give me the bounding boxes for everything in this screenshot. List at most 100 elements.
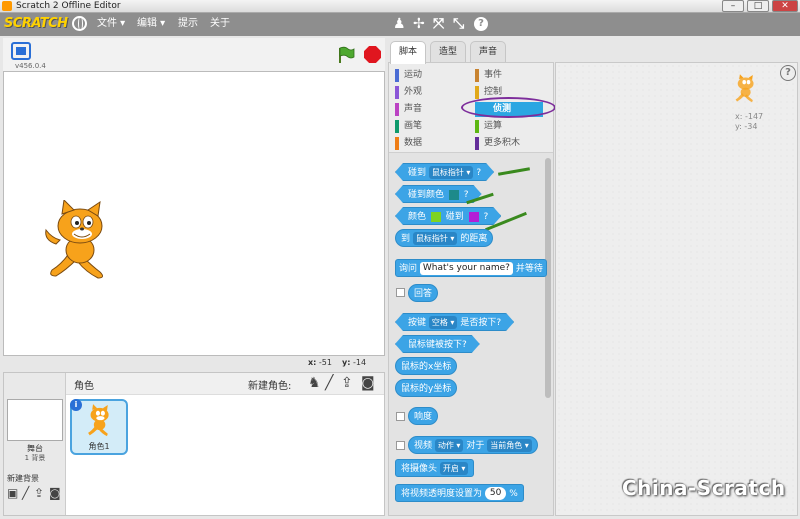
window-title: Scratch 2 Offline Editor [16, 1, 121, 11]
block-distance-to[interactable]: 到 鼠标指针 的距离 [395, 229, 494, 247]
menu-edit[interactable]: 编辑 ▾ [137, 17, 165, 31]
key-dropdown[interactable]: 空格 [429, 316, 458, 329]
category-control-label: 控制 [484, 87, 503, 97]
scratch-logo[interactable]: SCRATCH [4, 16, 68, 31]
scripts-sprite-thumbnail [735, 74, 754, 103]
touching-color-swatch[interactable] [449, 190, 459, 200]
upload-backdrop-icon[interactable]: ⇪ [34, 486, 44, 500]
video-target-dropdown[interactable]: 当前角色 [487, 439, 532, 452]
block-mouse-x[interactable]: 鼠标的x坐标 [395, 357, 458, 375]
color-2-swatch[interactable] [469, 212, 479, 222]
new-sprite-label: 新建角色: [248, 381, 292, 392]
block-color-touching[interactable]: 颜色 碰到 ? [395, 207, 501, 225]
category-looks-swatch [395, 86, 399, 99]
sprites-title: 角色 [74, 381, 94, 392]
sprite-info-icon[interactable]: i [70, 399, 82, 411]
block-ask-prefix: 询问 [399, 264, 418, 274]
block-distance-suffix: 的距离 [460, 234, 488, 244]
block-loudness[interactable]: 响度 [408, 407, 439, 425]
category-events[interactable]: 事件 [475, 68, 502, 83]
close-button[interactable]: ✕ [772, 0, 798, 12]
ask-input[interactable]: What's your name? [419, 262, 513, 275]
shrink-icon[interactable]: ⤡ [453, 17, 464, 31]
tab-scripts[interactable]: 脚本 [390, 41, 426, 64]
category-looks[interactable]: 外观 [395, 85, 422, 100]
video-attribute-dropdown[interactable]: 动作 [434, 439, 464, 452]
sprite-card[interactable]: i 角色1 [70, 399, 128, 455]
highlight-oval [461, 97, 556, 118]
palette-scrollbar[interactable] [545, 158, 551, 398]
category-pen[interactable]: 画笔 [395, 119, 422, 134]
camera-backdrop-icon[interactable]: ◙ [49, 486, 61, 500]
tab-costumes[interactable]: 造型 [430, 41, 466, 63]
stage-backdrop-count: 1 背景 [24, 454, 46, 462]
block-answer[interactable]: 回答 [408, 284, 439, 302]
touching-dropdown[interactable]: 鼠标指针 [429, 166, 474, 179]
menu-bar: SCRATCH 文件 ▾ 编辑 ▾ 提示 关于 ♟ ✢ ⤧ ⤡ ? [0, 13, 800, 36]
paint-sprite-icon[interactable]: ╱ [325, 375, 333, 391]
block-key-pressed[interactable]: 按键 空格 是否按下? [395, 313, 514, 331]
grow-icon[interactable]: ⤧ [433, 17, 444, 31]
block-color-touching-suffix: ? [483, 212, 489, 222]
block-key-pressed-prefix: 按键 [408, 318, 427, 328]
mouse-y-value: -14 [352, 358, 367, 367]
video-checkbox[interactable] [396, 441, 405, 450]
sprite-library-icon[interactable]: ♞ [308, 375, 321, 391]
answer-checkbox[interactable] [396, 288, 405, 297]
transparency-input[interactable]: 50 [484, 487, 507, 500]
distance-dropdown[interactable]: 鼠标指针 [412, 232, 458, 245]
category-motion-label: 运动 [404, 70, 423, 80]
category-sound-label: 声音 [404, 104, 423, 114]
menu-file[interactable]: 文件 ▾ [97, 17, 125, 31]
category-data-swatch [395, 137, 399, 150]
block-ask-and-wait[interactable]: 询问 What's your name? 并等待 [395, 259, 547, 277]
green-flag-icon[interactable] [337, 46, 355, 64]
block-touching-color-suffix: ? [463, 190, 469, 200]
camera-sprite-icon[interactable]: ◙ [361, 375, 375, 391]
block-turn-video[interactable]: 将摄像头 开启 [395, 459, 475, 477]
block-mouse-y[interactable]: 鼠标的y坐标 [395, 379, 458, 397]
block-touching-suffix: ? [476, 168, 482, 178]
new-backdrop-label: 新建背景 [7, 474, 39, 483]
block-set-video-transparency[interactable]: 将视频透明度设置为 50 % [395, 484, 524, 502]
stop-sign-icon[interactable] [364, 46, 381, 63]
block-mouse-down[interactable]: 鼠标键被按下? [395, 335, 480, 353]
stage-canvas[interactable] [3, 71, 385, 356]
block-video-on[interactable]: 视频 动作 对于 当前角色 [408, 436, 538, 454]
duplicate-stamp-icon[interactable]: ♟ [393, 17, 406, 31]
title-bar: Scratch 2 Offline Editor – □ ✕ [0, 0, 800, 13]
category-motion[interactable]: 运动 [395, 68, 422, 83]
maximize-button[interactable]: □ [747, 0, 769, 12]
paint-backdrop-icon[interactable]: ╱ [22, 486, 29, 500]
sprite-y-value: -34 [744, 122, 758, 131]
backdrop-library-icon[interactable]: ▣ [7, 486, 18, 500]
category-more-blocks[interactable]: 更多积木 [475, 136, 520, 151]
block-key-pressed-suffix: 是否按下? [460, 318, 502, 328]
tab-sounds[interactable]: 声音 [470, 41, 506, 63]
block-touching[interactable]: 碰到 鼠标指针 ? [395, 163, 494, 181]
minimize-button[interactable]: – [722, 0, 744, 12]
delete-scissors-icon[interactable]: ✢ [413, 17, 425, 31]
sprites-header: 角色 新建角色: ♞ ╱ ⇪ ◙ [66, 373, 384, 395]
menu-edit-label: 编辑 [137, 18, 157, 29]
category-data[interactable]: 数据 [395, 136, 422, 151]
category-operators[interactable]: 运算 [475, 119, 502, 134]
scratch-cat-sprite[interactable] [42, 200, 120, 282]
menu-tips[interactable]: 提示 [178, 17, 198, 31]
fullscreen-icon[interactable] [11, 42, 31, 60]
mouse-x-value: -51 [318, 358, 332, 367]
menu-about[interactable]: 关于 [210, 17, 230, 31]
loudness-checkbox[interactable] [396, 412, 405, 421]
sprite-x-value: -147 [744, 112, 764, 121]
turn-video-dropdown[interactable]: 开启 [439, 462, 469, 475]
category-events-label: 事件 [484, 70, 503, 80]
block-help-icon[interactable]: ? [474, 17, 488, 31]
category-sound[interactable]: 声音 [395, 102, 422, 117]
block-color-touching-mid: 碰到 [445, 212, 464, 222]
help-icon[interactable]: ? [780, 65, 796, 81]
stage-thumbnail[interactable] [7, 399, 63, 441]
upload-sprite-icon[interactable]: ⇪ [341, 375, 353, 391]
language-globe-icon[interactable] [72, 16, 87, 31]
color-1-swatch[interactable] [431, 212, 441, 222]
mouse-x-readout: x: -51 [308, 358, 332, 367]
